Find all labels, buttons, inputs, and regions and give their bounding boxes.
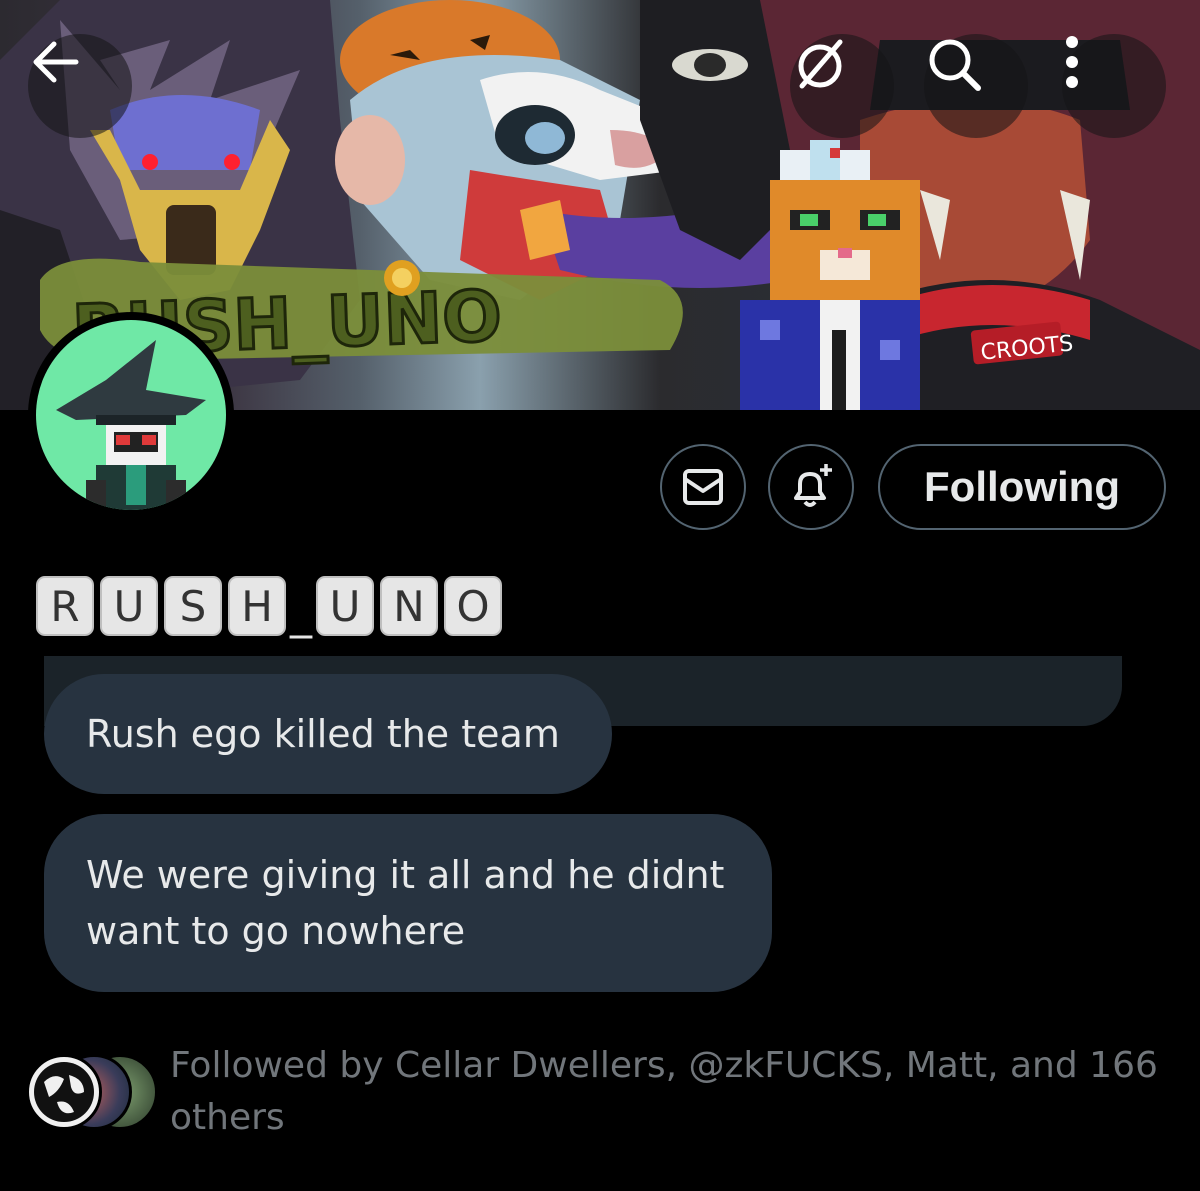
- search-icon: [929, 39, 981, 91]
- globe-avatar-art: [34, 1062, 94, 1122]
- arrow-left-icon: [33, 41, 79, 83]
- following-button[interactable]: Following: [878, 444, 1166, 530]
- bell-plus-icon: [794, 464, 832, 507]
- name-letter: U: [100, 576, 158, 636]
- search-button[interactable]: [924, 34, 1028, 138]
- bio-line: We were giving it all and he didnt want …: [86, 853, 725, 953]
- name-letter: N: [380, 576, 438, 636]
- profile-avatar[interactable]: [28, 312, 234, 518]
- name-letter: R: [36, 576, 94, 636]
- vertical-dots-icon: [1066, 36, 1078, 88]
- grok-button[interactable]: [790, 34, 894, 138]
- notifications-button[interactable]: [768, 444, 854, 530]
- avatar-image: [36, 320, 226, 510]
- slashed-circle-icon: [798, 39, 843, 89]
- pixel-witch-art: [56, 340, 206, 510]
- name-letter: O: [444, 576, 502, 636]
- message-button[interactable]: [660, 444, 746, 530]
- mutual-followers-avatars[interactable]: [26, 1054, 158, 1130]
- followed-by-text[interactable]: Followed by Cellar Dwellers, @zkFUCKS, M…: [170, 1040, 1180, 1144]
- display-name: R U S H _ U N O: [36, 574, 508, 636]
- follower-avatar: [26, 1054, 102, 1130]
- bio-bubble: Rush ego killed the team: [44, 674, 612, 794]
- name-underscore: _: [290, 588, 312, 639]
- bio-line: Rush ego killed the team: [86, 712, 560, 756]
- bio-bubble: We were giving it all and he didnt want …: [44, 814, 772, 992]
- name-letter: S: [164, 576, 222, 636]
- back-button[interactable]: [28, 34, 132, 138]
- more-options-button[interactable]: [1062, 34, 1166, 138]
- name-letter: H: [228, 576, 286, 636]
- envelope-icon: [683, 469, 723, 505]
- name-letter: U: [316, 576, 374, 636]
